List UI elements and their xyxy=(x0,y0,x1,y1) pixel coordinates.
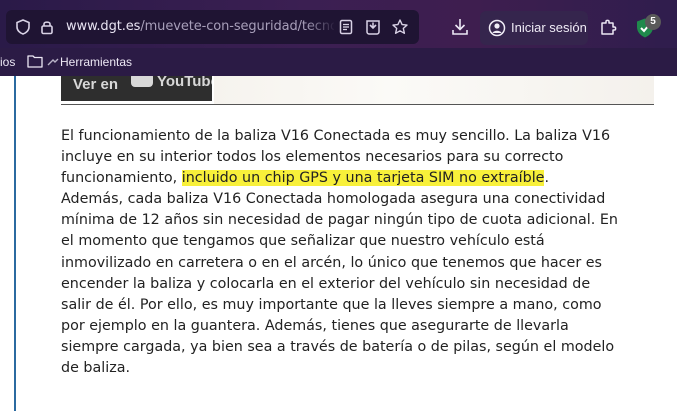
blocked-count-badge: 5 xyxy=(645,14,661,30)
sign-in-button[interactable]: Iniciar sesión xyxy=(480,11,588,45)
downloads-icon[interactable] xyxy=(450,17,470,37)
paragraph-line: encender la baliza y colocarla en el ext… xyxy=(61,275,591,292)
url-domain: www.dgt.es xyxy=(66,19,141,34)
paragraph-line: El funcionamiento de la baliza V16 Conec… xyxy=(61,128,611,144)
save-to-pocket-icon[interactable] xyxy=(364,18,382,36)
account-avatar-icon xyxy=(488,19,506,37)
paragraph-line: incluye en su interior todos los element… xyxy=(61,149,564,166)
address-bar[interactable]: www.dgt.es/muevete-con-seguridad/tecno xyxy=(6,10,419,44)
divider xyxy=(61,104,654,105)
highlighted-text: incluido un chip GPS y una tarjeta SIM n… xyxy=(181,170,545,187)
youtube-play-icon xyxy=(131,76,153,87)
left-accent-rule xyxy=(14,76,16,411)
bookmarks-bar: ios Herramientas xyxy=(0,48,677,76)
paragraph-line: inmovilizado en carretera o en el arcén,… xyxy=(61,254,602,271)
folder-icon[interactable] xyxy=(27,54,43,68)
watch-on-youtube-button[interactable]: Ver en YouTube xyxy=(61,76,212,101)
tracking-protection-shield-icon[interactable] xyxy=(14,18,32,36)
video-preview-strip xyxy=(214,76,654,104)
lock-icon[interactable] xyxy=(38,18,56,36)
paragraph-line: Además, cada baliza V16 Conectada homolo… xyxy=(61,191,606,208)
paragraph-line: mínima de 12 años sin necesidad de pagar… xyxy=(61,212,618,229)
paragraph-line: salir de él. Por ello, es muy importante… xyxy=(61,296,602,313)
page-content: Ver en YouTube El funcionamiento de la b… xyxy=(0,76,677,411)
line-text: . xyxy=(544,170,550,187)
browser-toolbar: www.dgt.es/muevete-con-seguridad/tecno I xyxy=(0,0,677,48)
paragraph-line: siempre cargada, ya bien sea a través de… xyxy=(61,338,615,355)
paragraph-line: el momento que tengamos que señalizar qu… xyxy=(61,233,545,250)
url-path: /muevete-con-seguridad/tecno xyxy=(140,19,334,34)
url-fade xyxy=(306,16,336,38)
extensions-puzzle-icon[interactable] xyxy=(598,17,618,37)
watch-on-label: Ver en xyxy=(73,76,119,93)
line-text: funcionamiento, xyxy=(61,170,182,187)
paragraph-line: de baliza. xyxy=(61,360,131,377)
article-paragraph: El funcionamiento de la baliza V16 Conec… xyxy=(61,126,661,379)
paragraph-line: por ejemplo en la guantera. Además, tien… xyxy=(61,317,569,334)
youtube-wordmark: YouTube xyxy=(157,76,212,90)
reader-view-icon[interactable] xyxy=(337,18,355,36)
bookmark-item[interactable]: ios xyxy=(0,55,15,69)
sign-in-label: Iniciar sesión xyxy=(511,20,587,35)
bookmark-star-icon[interactable] xyxy=(391,18,409,36)
bookmark-herramientas[interactable]: Herramientas xyxy=(60,55,132,69)
url-text[interactable]: www.dgt.es/muevete-con-seguridad/tecno xyxy=(66,19,334,34)
tools-favicon-icon xyxy=(47,58,59,66)
paragraph-line: funcionamiento, incluido un chip GPS y u… xyxy=(61,168,661,189)
